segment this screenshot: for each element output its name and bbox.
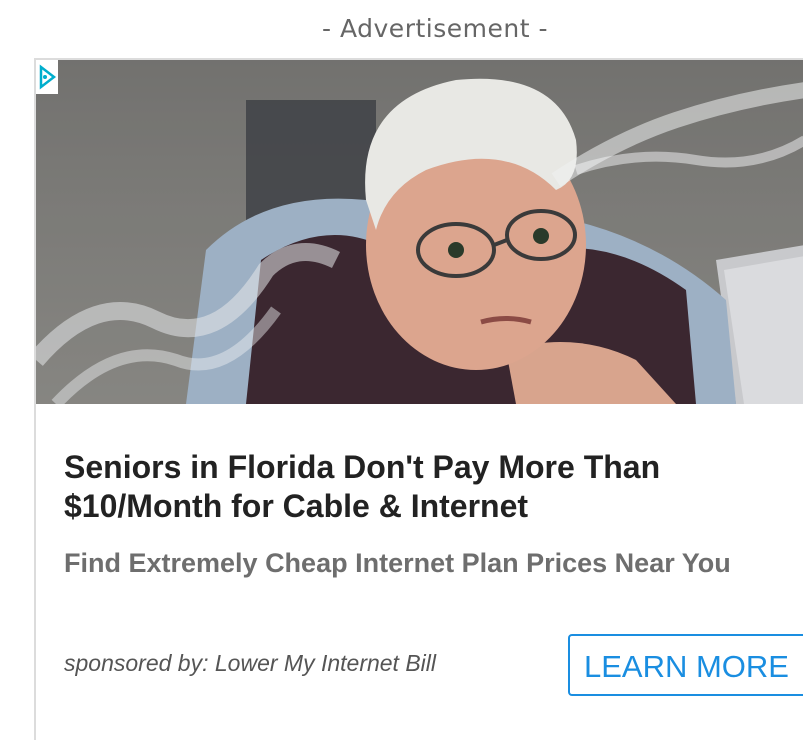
- advertisement-label: - Advertisement -: [322, 14, 548, 43]
- ad-sponsor: sponsored by: Lower My Internet Bill: [64, 650, 437, 676]
- ad-headline[interactable]: Seniors in Florida Don't Pay More Than $…: [64, 448, 803, 526]
- ad-image[interactable]: [36, 60, 803, 404]
- ad-subheadline[interactable]: Find Extremely Cheap Internet Plan Price…: [64, 546, 803, 580]
- ad-card[interactable]: Seniors in Florida Don't Pay More Than $…: [34, 58, 803, 740]
- ad-photo-illustration: [36, 60, 803, 404]
- learn-more-button[interactable]: LEARN MORE: [568, 634, 803, 696]
- adchoices-icon[interactable]: [36, 60, 58, 94]
